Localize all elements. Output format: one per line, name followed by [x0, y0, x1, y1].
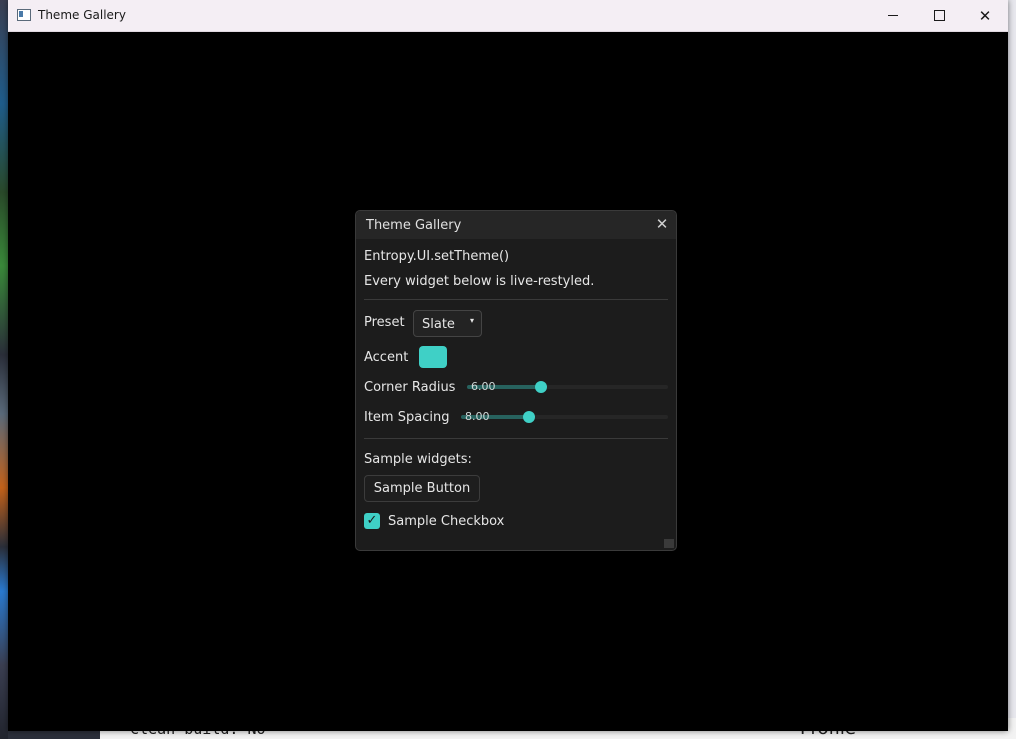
desktop-background-right	[1008, 0, 1016, 739]
slider-knob[interactable]	[523, 411, 536, 423]
resize-grip[interactable]	[664, 539, 674, 548]
corner-radius-label: Corner Radius	[364, 380, 456, 395]
desktop-background	[0, 0, 8, 739]
description-text: Every widget below is live-restyled.	[364, 274, 595, 289]
corner-radius-value: 6.00	[471, 380, 496, 393]
close-icon: ✕	[978, 6, 992, 25]
item-spacing-label: Item Spacing	[364, 410, 450, 425]
maximize-icon	[933, 10, 945, 21]
sample-checkbox-label[interactable]: Sample Checkbox	[388, 514, 504, 529]
window-title: Theme Gallery	[38, 8, 126, 22]
sample-checkbox[interactable]: ✓	[364, 513, 380, 529]
samples-heading: Sample widgets:	[364, 452, 472, 467]
dialog-close-icon[interactable]: ✕	[654, 215, 670, 233]
main-window: Theme Gallery ✕ Theme Gallery ✕ Entropy.…	[8, 0, 1008, 731]
dialog-titlebar[interactable]: Theme Gallery ✕	[356, 211, 676, 239]
maximize-button[interactable]	[916, 0, 962, 31]
theme-gallery-dialog: Theme Gallery ✕ Entropy.UI.setTheme() Ev…	[355, 210, 677, 551]
minimize-icon	[888, 15, 898, 16]
api-heading: Entropy.UI.setTheme()	[364, 249, 510, 264]
preset-label: Preset	[364, 315, 405, 330]
divider	[364, 438, 668, 439]
window-titlebar[interactable]: Theme Gallery ✕	[8, 0, 1008, 32]
minimize-button[interactable]	[870, 0, 916, 31]
item-spacing-value: 8.00	[465, 410, 490, 423]
accent-color-swatch[interactable]	[419, 346, 447, 368]
preset-dropdown[interactable]: Slate ▾	[413, 310, 482, 337]
corner-radius-slider[interactable]: 6.00	[467, 378, 668, 396]
preset-value: Slate	[422, 317, 455, 332]
slider-knob[interactable]	[535, 381, 548, 393]
app-icon	[17, 9, 31, 21]
dialog-title: Theme Gallery	[366, 218, 462, 233]
close-button[interactable]: ✕	[962, 0, 1008, 31]
sample-button[interactable]: Sample Button	[364, 475, 480, 502]
accent-label: Accent	[364, 350, 409, 365]
divider	[364, 299, 668, 300]
item-spacing-slider[interactable]: 8.00	[461, 408, 668, 426]
dropdown-arrow-icon: ▾	[470, 316, 475, 325]
